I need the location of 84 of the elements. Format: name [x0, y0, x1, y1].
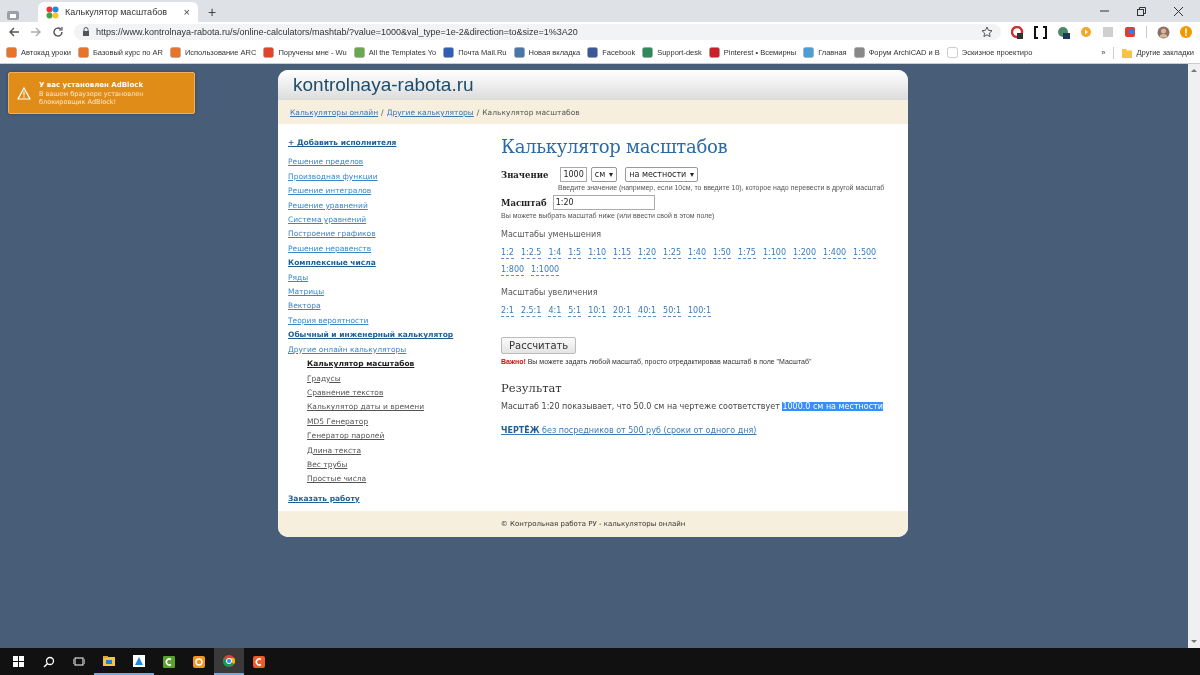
result-heading: Результат: [501, 381, 563, 395]
scale-link[interactable]: 1:100: [762, 248, 786, 259]
restore-icon[interactable]: [1136, 5, 1147, 17]
scale-link[interactable]: 1:20: [638, 248, 657, 259]
scale-link[interactable]: 20:1: [613, 306, 632, 317]
bookmark-icon: [803, 47, 815, 58]
app-icon[interactable]: [193, 655, 205, 668]
warning-icon: [17, 86, 31, 100]
scale-field[interactable]: 1:20: [552, 195, 655, 210]
bookmark-icon: [77, 47, 89, 58]
app-icon[interactable]: [253, 655, 265, 668]
folder-icon: [1120, 46, 1133, 59]
group-title: Масштабы увеличения: [501, 288, 599, 297]
scale-link[interactable]: 1:40: [688, 248, 706, 259]
bookmark-icon: [6, 47, 17, 58]
scale-link[interactable]: 5:1: [568, 306, 582, 317]
scale-link[interactable]: 1:500: [853, 248, 877, 259]
scale-link[interactable]: 1:5: [568, 248, 582, 259]
caret-icon: [690, 172, 695, 177]
unit-dropdown[interactable]: см: [590, 167, 618, 182]
scale-link[interactable]: 1:1000: [531, 265, 560, 276]
task-view-icon[interactable]: [73, 655, 85, 668]
result-text: Масштаб 1:20 показывает, что 50.0 см на чертеже соответствует 1000.0 см на местности: [501, 402, 884, 411]
lock-icon: [82, 27, 90, 37]
scale-link[interactable]: 1:25: [663, 248, 681, 259]
calculate-button[interactable]: Рассчитать: [501, 337, 577, 354]
group-title: Масштабы уменьшения: [501, 230, 602, 239]
globe-icon[interactable]: [1057, 25, 1070, 39]
scale-link[interactable]: 1:2.5: [520, 248, 542, 259]
new-tab-button[interactable]: +: [208, 5, 217, 19]
caret-icon: [609, 172, 614, 177]
reload-icon[interactable]: [52, 26, 64, 38]
bookmark-icon: [353, 47, 365, 58]
scale-link[interactable]: 1:800: [501, 265, 525, 276]
bookmark-icon: [946, 47, 958, 58]
scale-link[interactable]: 4:1: [548, 306, 562, 317]
scale-link[interactable]: 100:1: [688, 306, 712, 317]
address-bar[interactable]: https://www.kontrolnaya-rabota.ru/s/online-calculators/mashtab/?value=1000&val_type=1e-2&direction=to&size=1%3A20: [74, 24, 1001, 40]
star-icon[interactable]: [981, 26, 993, 38]
scale-link[interactable]: 1:200: [793, 248, 817, 259]
scale-link[interactable]: 2:1: [501, 306, 514, 317]
scale-link[interactable]: 1:2: [501, 248, 514, 259]
bookmark-icon: [513, 47, 525, 58]
scale-link[interactable]: 1:50: [713, 248, 731, 259]
close-tab-button[interactable]: ×: [183, 6, 190, 18]
close-icon[interactable]: [1173, 5, 1184, 17]
field-label: Значение: [501, 169, 549, 180]
bookmark-icon: [853, 47, 865, 58]
tab-title: Калькулятор масштабов: [65, 7, 169, 17]
search-icon[interactable]: [43, 655, 55, 668]
scale-link[interactable]: 1:10: [588, 248, 607, 259]
bookmark-icon: [587, 47, 599, 58]
scale-link[interactable]: 1:4: [548, 248, 562, 259]
scroll-up-icon[interactable]: [1190, 67, 1198, 73]
brackets-icon[interactable]: [1034, 25, 1047, 39]
scale-link[interactable]: 10:1: [588, 306, 607, 317]
app-icon[interactable]: [133, 654, 145, 667]
field-label: Масштаб: [501, 197, 547, 208]
value-field[interactable]: 1000: [560, 167, 587, 182]
bookmark-icon: [169, 47, 181, 58]
scale-link[interactable]: 40:1: [638, 306, 657, 317]
place-dropdown[interactable]: на местности: [625, 167, 699, 182]
scrollbar[interactable]: [1188, 64, 1200, 648]
start-icon[interactable]: [13, 655, 25, 668]
folder-icon[interactable]: [103, 654, 115, 667]
extension-icon[interactable]: [1011, 25, 1024, 39]
favicon-icon: [46, 5, 59, 19]
scale-link[interactable]: 1:15: [613, 248, 632, 259]
scale-link[interactable]: 2.5:1: [520, 306, 542, 317]
page-title: Калькулятор масштабов: [501, 136, 729, 157]
bookmark-icon: [263, 47, 275, 58]
bookmark-icon: [708, 47, 720, 58]
bookmark-icon: [642, 47, 654, 58]
scale-link[interactable]: 50:1: [663, 306, 681, 317]
chrome-icon[interactable]: [223, 654, 235, 667]
back-icon[interactable]: [8, 26, 20, 38]
scale-link[interactable]: 1:75: [737, 248, 756, 259]
promo-link[interactable]: ЧЕРТЁЖ без посредников от 500 руб (сроки от одного дня): [501, 426, 757, 435]
browser-tab[interactable]: Калькулятор масштабов ×: [38, 2, 198, 22]
scroll-down-icon[interactable]: [1190, 639, 1198, 645]
app-icon[interactable]: [163, 655, 175, 668]
scale-link[interactable]: 1:400: [823, 248, 847, 259]
bookmark-icon: [443, 47, 455, 58]
avatar-icon[interactable]: [1157, 25, 1170, 39]
